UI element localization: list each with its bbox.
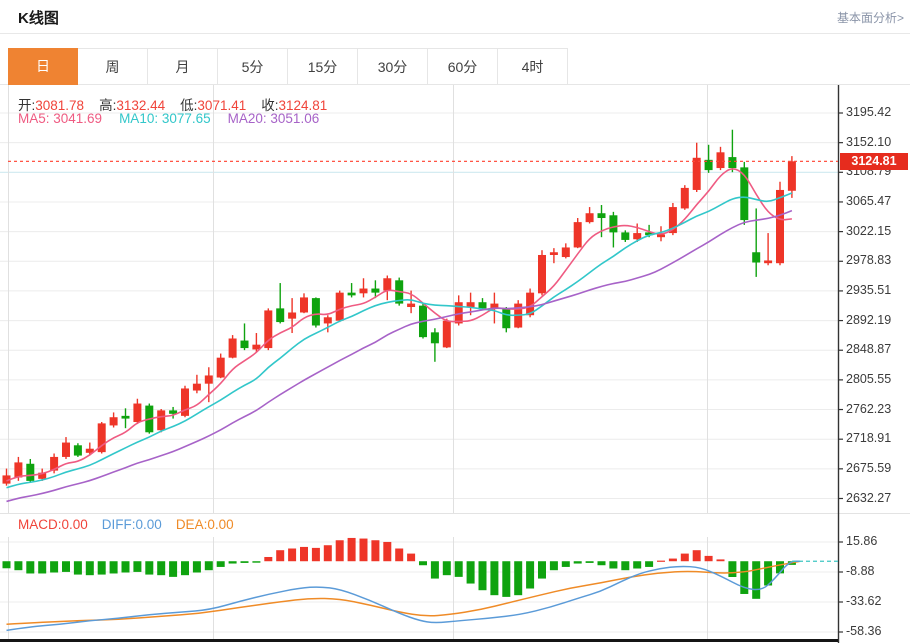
ma-legend: MA5: 3041.69 MA10: 3077.65 MA20: 3051.06 <box>18 111 336 126</box>
macd-tick-label: -8.88 <box>846 564 875 578</box>
macd-legend: MACD:0.00 DIFF:0.00 DEA:0.00 <box>18 517 248 532</box>
price-tick-label: 3022.15 <box>846 223 892 238</box>
price-tick-label: 3065.47 <box>846 193 892 208</box>
ma-legend-item: MA5: 3041.69 <box>18 111 103 126</box>
price-tick-label: 2718.91 <box>846 431 892 446</box>
price-tick-label: 2978.83 <box>846 253 892 268</box>
ma-legend-item: MA10: 3077.65 <box>119 111 211 126</box>
tab-4时[interactable]: 4时 <box>498 48 568 85</box>
price-tick-label: 3152.10 <box>846 134 892 149</box>
price-tick-label: 2632.27 <box>846 490 892 505</box>
price-tick-label: 2935.51 <box>846 282 892 297</box>
fundamental-analysis-link[interactable]: 基本面分析> <box>837 9 904 26</box>
macd-legend-item: DIFF:0.00 <box>101 517 162 532</box>
tab-5分[interactable]: 5分 <box>218 48 288 85</box>
price-tick-label: 2848.87 <box>846 342 892 357</box>
ma-legend-item: MA20: 3051.06 <box>227 111 320 126</box>
tab-60分[interactable]: 60分 <box>428 48 498 85</box>
period-tab-bar: 日周月 5分 15分 30分 60分 4时 <box>8 48 568 85</box>
tab-15分[interactable]: 15分 <box>288 48 358 85</box>
price-tick-label: 2675.59 <box>846 460 892 475</box>
macd-legend-item: DEA:0.00 <box>175 517 234 532</box>
tab-日[interactable]: 日 <box>8 48 78 85</box>
price-tick-label: 2892.19 <box>846 312 892 327</box>
macd-tick-label: -58.36 <box>846 624 882 638</box>
macd-legend-item: MACD:0.00 <box>18 517 88 532</box>
tab-月[interactable]: 月 <box>148 48 218 85</box>
price-tick-label: 2762.23 <box>846 401 892 416</box>
current-price-label: 3124.81 <box>840 152 908 170</box>
macd-tick-label: -33.62 <box>846 594 882 608</box>
tab-30分[interactable]: 30分 <box>358 48 428 85</box>
kline-page: { "header": { "title": "K线图", "analysis_… <box>0 0 910 643</box>
page-title: K线图 <box>18 10 59 27</box>
macd-tick-label: 15.86 <box>846 534 878 548</box>
price-tick-label: 3195.42 <box>846 105 892 119</box>
tab-周[interactable]: 周 <box>78 48 148 85</box>
price-tick-label: 2805.55 <box>846 371 892 386</box>
